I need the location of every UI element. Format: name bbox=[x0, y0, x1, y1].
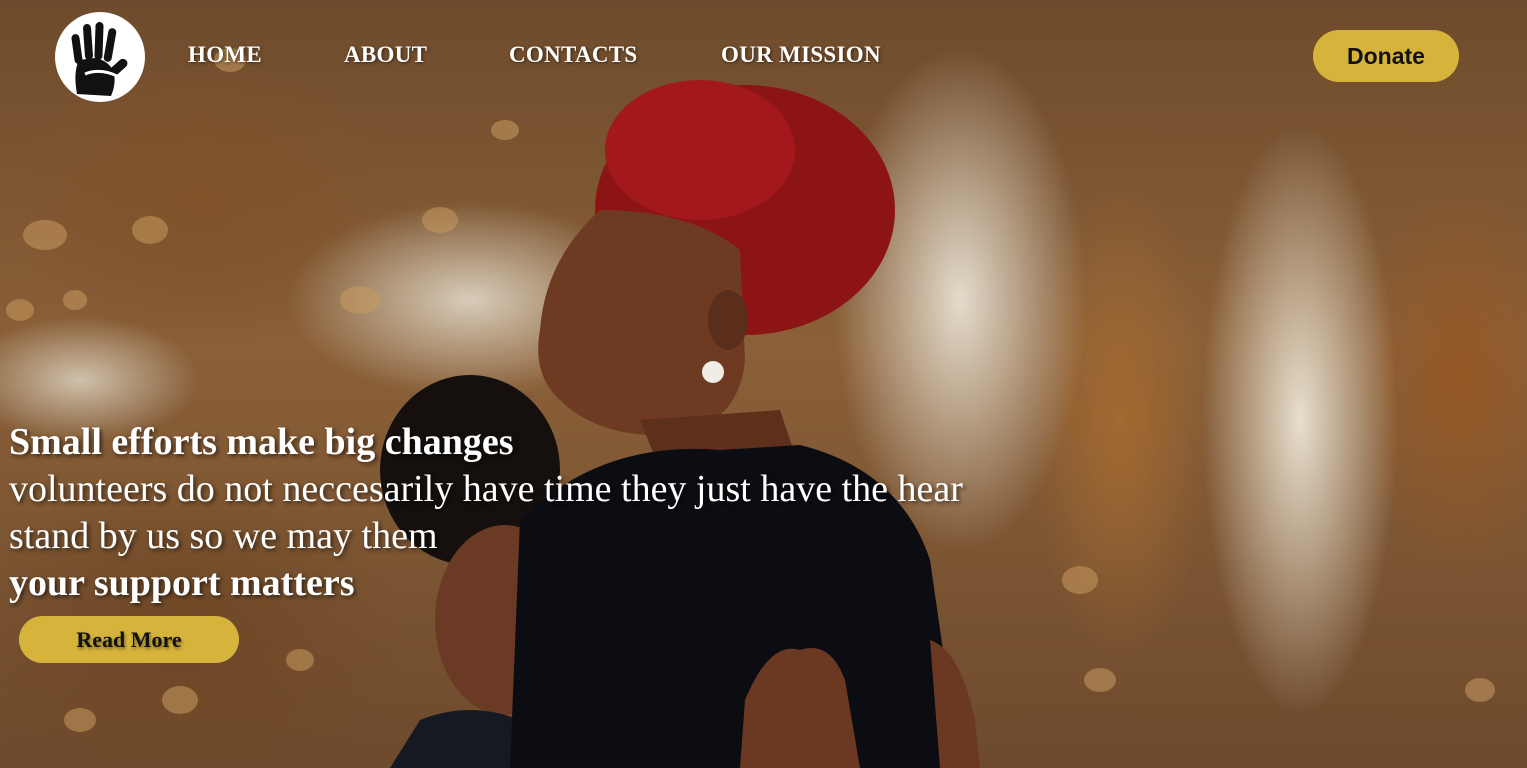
nav-home-link[interactable]: HOME bbox=[188, 40, 262, 70]
hero-headline: Small efforts make big changes bbox=[9, 421, 514, 463]
logo[interactable] bbox=[55, 12, 145, 102]
raised-hand-icon bbox=[71, 22, 137, 96]
donate-button[interactable]: Donate bbox=[1313, 30, 1459, 82]
nav-about-link[interactable]: ABOUT bbox=[344, 40, 427, 70]
nav-our-mission-link[interactable]: OUR MISSION bbox=[721, 40, 881, 70]
hero-line-2: stand by us so we may them bbox=[9, 515, 438, 557]
hero-line-1: volunteers do not neccesarily have time … bbox=[9, 468, 963, 510]
read-more-button[interactable]: Read More bbox=[19, 616, 239, 663]
hero-text-block: Small efforts make big changes volunteer… bbox=[9, 419, 963, 607]
hero-emphasis: your support matters bbox=[9, 562, 355, 604]
nav-contacts-link[interactable]: CONTACTS bbox=[509, 40, 638, 70]
